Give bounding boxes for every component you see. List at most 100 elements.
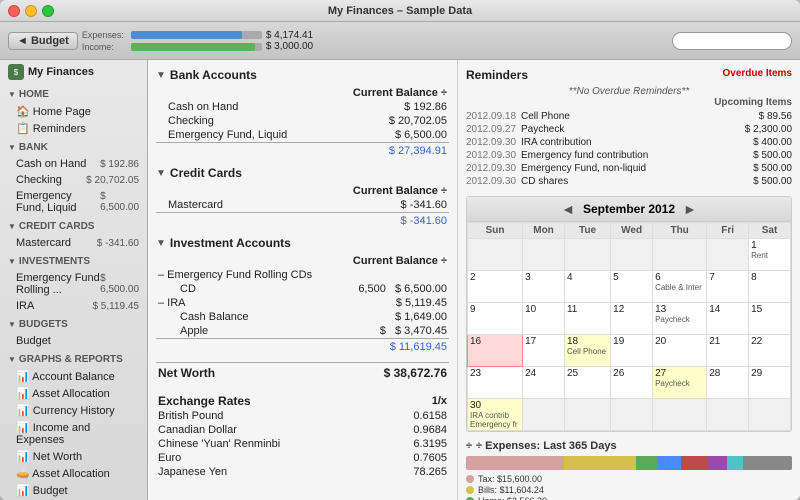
sidebar-item-account-balance[interactable]: 📊 Account Balance <box>0 368 147 385</box>
calendar-header: ◄ September 2012 ► <box>467 197 791 222</box>
cal-day-cell[interactable]: 21 <box>707 335 749 367</box>
income-track <box>131 43 262 51</box>
sidebar-section-credit[interactable]: CREDIT CARDS <box>0 218 147 235</box>
cal-day-cell[interactable]: 15 <box>749 303 791 335</box>
sidebar-item-checking[interactable]: Checking $ 20,702.05 <box>0 172 147 188</box>
sidebar-header[interactable]: $ My Finances <box>0 60 147 84</box>
sidebar-item-emergency-rolling[interactable]: Emergency Fund Rolling ... $ 6,500.00 <box>0 270 147 298</box>
sidebar-item-asset-alloc[interactable]: 📊 Asset Allocation <box>0 385 147 402</box>
sidebar-item-budget[interactable]: Budget <box>0 333 147 349</box>
cal-day-cell[interactable]: 4 <box>564 271 610 303</box>
cal-next-button[interactable]: ► <box>675 201 705 217</box>
table-row[interactable]: Japanese Yen 78.265 <box>156 465 449 479</box>
cal-day-cell[interactable]: 1Rent <box>749 239 791 271</box>
cal-day-cell[interactable]: 19 <box>611 335 653 367</box>
sidebar-section-budgets[interactable]: BUDGETS <box>0 316 147 333</box>
table-row[interactable]: Cash on Hand $ 192.86 <box>156 100 449 114</box>
sidebar-item-cash[interactable]: Cash on Hand $ 192.86 <box>0 156 147 172</box>
cal-day-cell[interactable]: 3 <box>523 271 565 303</box>
cal-day-cell[interactable]: 27Paycheck <box>653 367 707 399</box>
cell-label: Cash Balance <box>156 310 337 324</box>
credit-triangle[interactable]: ▼ <box>156 168 166 179</box>
sidebar-section-graphs[interactable]: GRAPHS & REPORTS <box>0 351 147 368</box>
cal-day-cell[interactable]: 5 <box>611 271 653 303</box>
cal-day-cell[interactable]: 12 <box>611 303 653 335</box>
cal-day-cell[interactable]: 7 <box>707 271 749 303</box>
budget-section: ◄ Budget Expenses: Income: $ 4,174.41 <box>8 30 664 52</box>
cal-day-cell[interactable]: 23 <box>468 367 523 399</box>
cal-day-cell[interactable]: 18Cell Phone <box>564 335 610 367</box>
sidebar-item-home-page[interactable]: 🏠 Home Page <box>0 103 147 120</box>
sidebar-item-ira[interactable]: IRA $ 5,119.45 <box>0 298 147 314</box>
cal-day-cell[interactable]: 6Cable & Inter <box>653 271 707 303</box>
maximize-button[interactable] <box>42 5 54 17</box>
table-row[interactable]: Apple $ $ 3,470.45 <box>156 324 449 339</box>
sidebar-item-currency-history[interactable]: 📊 Currency History <box>0 402 147 419</box>
cal-day-cell[interactable]: 8 <box>749 271 791 303</box>
cal-day-cell[interactable]: 13Paycheck <box>653 303 707 335</box>
cal-day-cell[interactable]: 9 <box>468 303 523 335</box>
expenses-triangle[interactable]: ÷ <box>466 440 472 452</box>
minimize-button[interactable] <box>25 5 37 17</box>
sidebar-item-income-expenses[interactable]: 📊 Income and Expenses <box>0 419 147 448</box>
cal-day-number: 7 <box>709 272 715 283</box>
bank-title: Bank Accounts <box>170 68 257 82</box>
credit-section-header: ▼ Credit Cards <box>156 166 449 180</box>
table-row[interactable]: – Emergency Fund Rolling CDs <box>156 268 449 282</box>
table-row[interactable]: Mastercard $ -341.60 <box>156 198 449 213</box>
cal-day-number: 17 <box>525 336 536 347</box>
sidebar-item-budget2[interactable]: 📊 Budget <box>0 482 147 499</box>
sidebar-label: Emergency Fund, Liquid <box>16 190 100 214</box>
cal-day-cell[interactable]: 20 <box>653 335 707 367</box>
table-row[interactable]: CD 6,500 $ 6,500.00 <box>156 282 449 296</box>
cal-day-cell[interactable]: 2 <box>468 271 523 303</box>
sidebar-item-reminders[interactable]: 📋 Reminders <box>0 120 147 137</box>
table-row[interactable]: Cash Balance $ 1,649.00 <box>156 310 449 324</box>
sidebar-item-emergency-liquid[interactable]: Emergency Fund, Liquid $ 6,500.00 <box>0 188 147 216</box>
cell-amount: $ $ 3,470.45 <box>337 324 449 339</box>
cal-day-cell[interactable]: 14 <box>707 303 749 335</box>
sidebar-item-asset-alloc2[interactable]: 🥧 Asset Allocation <box>0 465 147 482</box>
cal-day-cell[interactable]: 17 <box>523 335 565 367</box>
cal-day-cell[interactable]: 10 <box>523 303 565 335</box>
cell-label: British Pound <box>156 409 382 423</box>
sidebar-section-home[interactable]: HOME <box>0 86 147 103</box>
budget-button[interactable]: ◄ Budget <box>8 32 78 50</box>
cal-day-cell[interactable]: 24 <box>523 367 565 399</box>
cal-day-cell[interactable]: 25 <box>564 367 610 399</box>
table-row[interactable]: Checking $ 20,702.05 <box>156 114 449 128</box>
table-row[interactable]: Canadian Dollar 0.9684 <box>156 423 449 437</box>
cal-day-cell[interactable]: 11 <box>564 303 610 335</box>
cal-day-cell[interactable]: 28 <box>707 367 749 399</box>
cal-day-cell[interactable]: 16 <box>468 335 523 367</box>
table-row[interactable]: Emergency Fund, Liquid $ 6,500.00 <box>156 128 449 143</box>
cal-day-cell[interactable]: 30IRA contribEmergency fr <box>468 399 523 431</box>
table-row[interactable]: British Pound 0.6158 <box>156 409 449 423</box>
close-button[interactable] <box>8 5 20 17</box>
sidebar-item-mastercard[interactable]: Mastercard $ -341.60 <box>0 235 147 251</box>
search-input[interactable] <box>672 32 792 50</box>
table-row[interactable]: – IRA $ 5,119.45 <box>156 296 449 310</box>
table-row[interactable]: Chinese 'Yuan' Renminbi 6.3195 <box>156 437 449 451</box>
cal-event: Cable & Inter <box>655 283 704 292</box>
expenses-bar-segment <box>658 456 681 470</box>
sidebar-label: 📊 Account Balance <box>16 370 115 383</box>
total-label <box>156 339 337 355</box>
cal-day-cell[interactable]: 22 <box>749 335 791 367</box>
upcoming-label: Upcoming Items <box>466 97 792 108</box>
sidebar-section-bank[interactable]: BANK <box>0 139 147 156</box>
bank-triangle[interactable]: ▼ <box>156 70 166 81</box>
expenses-bar-segment <box>466 456 564 470</box>
expenses-track <box>131 31 262 39</box>
expenses-bar-row: Expenses: <box>82 30 262 40</box>
invest-triangle[interactable]: ▼ <box>156 238 166 249</box>
cal-prev-button[interactable]: ◄ <box>553 201 583 217</box>
table-row[interactable]: Euro 0.7605 <box>156 451 449 465</box>
sidebar-section-investments[interactable]: INVESTMENTS <box>0 253 147 270</box>
cell-amount: $ 1,649.00 <box>337 310 449 324</box>
sidebar-item-net-worth[interactable]: 📊 Net Worth <box>0 448 147 465</box>
cal-day-cell[interactable]: 26 <box>611 367 653 399</box>
reminders-section: Reminders Overdue Items **No Overdue Rem… <box>466 68 792 188</box>
cal-day-cell[interactable]: 29 <box>749 367 791 399</box>
cal-week-row: 2324252627Paycheck2829 <box>468 367 791 399</box>
